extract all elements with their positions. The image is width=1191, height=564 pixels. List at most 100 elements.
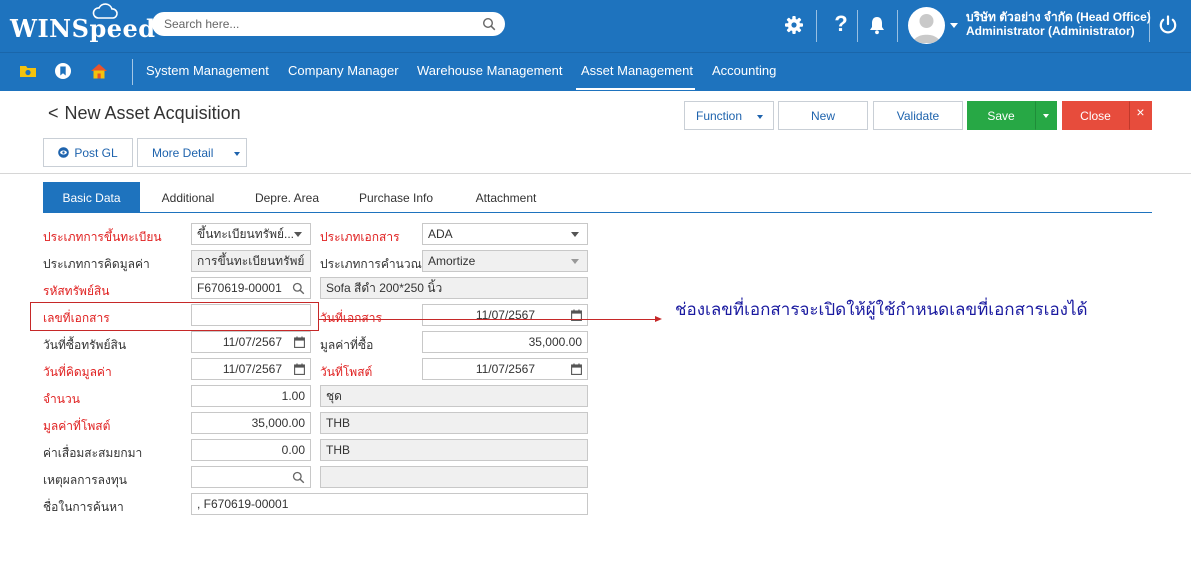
nav-asset-management[interactable]: Asset Management <box>581 63 693 78</box>
back-icon[interactable]: < <box>48 103 59 123</box>
validate-button[interactable]: Validate <box>873 101 963 130</box>
header-divider <box>0 173 1191 174</box>
folder-icon[interactable] <box>18 61 38 81</box>
cloud-icon <box>92 3 118 19</box>
chevron-down-icon <box>571 232 579 237</box>
calc-type-value: การขึ้นทะเบียนทรัพย์สิ <box>197 253 305 268</box>
search-icon[interactable] <box>292 471 305 484</box>
topbar-separator <box>816 10 817 42</box>
post-value-currency-field: THB <box>320 412 588 434</box>
home-icon[interactable] <box>89 61 109 81</box>
search-name-value: , F670619-00001 <box>197 497 289 511</box>
help-icon[interactable]: ? <box>830 11 852 36</box>
doc-type-select[interactable]: ADA <box>422 223 588 245</box>
asset-name-field: Sofa สีดำ 200*250 นิ้ว <box>320 277 588 299</box>
bookmark-icon[interactable] <box>53 61 73 81</box>
close-button[interactable]: Close <box>1062 101 1129 130</box>
post-date-field[interactable]: 11/07/2567 <box>422 358 588 380</box>
nav-accounting[interactable]: Accounting <box>712 63 776 78</box>
more-detail-button[interactable]: More Detail <box>137 138 247 167</box>
save-dropdown-button[interactable] <box>1035 101 1057 130</box>
quantity-field[interactable]: 1.00 <box>191 385 311 407</box>
compute-type-value: Amortize <box>428 254 476 268</box>
calendar-icon[interactable] <box>294 363 305 375</box>
post-value-value: 35,000.00 <box>251 416 305 430</box>
quantity-value: 1.00 <box>281 389 305 403</box>
user-menu-caret[interactable] <box>950 23 958 28</box>
post-gl-label: Post GL <box>74 145 118 160</box>
save-button-label: Save <box>987 108 1015 123</box>
quantity-label: จำนวน <box>43 392 80 406</box>
doc-date-field[interactable]: 11/07/2567 <box>422 304 588 326</box>
tab-depre-area[interactable]: Depre. Area <box>242 182 332 213</box>
save-button[interactable]: Save <box>967 101 1035 130</box>
global-search[interactable] <box>152 12 505 36</box>
nav-system-management[interactable]: System Management <box>146 63 269 78</box>
search-icon[interactable] <box>292 282 305 295</box>
tab-basic-data[interactable]: Basic Data <box>43 182 140 213</box>
post-gl-button[interactable]: Post GL <box>43 138 133 167</box>
tab-attachment[interactable]: Attachment <box>462 182 550 213</box>
unit-value: ชุด <box>326 388 342 403</box>
user-silhouette-icon <box>913 14 940 43</box>
close-x-button[interactable]: × <box>1129 101 1152 130</box>
purchase-date-value: 11/07/2567 <box>222 335 282 349</box>
purchase-date-field[interactable]: 11/07/2567 <box>191 331 311 353</box>
post-date-value: 11/07/2567 <box>475 362 535 376</box>
invest-reason-field[interactable] <box>191 466 311 488</box>
function-caret-icon <box>757 115 763 119</box>
purchase-date-label: วันที่ซื้อทรัพย์สิน <box>43 338 127 352</box>
accum-depr-label: ค่าเสื่อมสะสมยกมา <box>43 446 143 460</box>
chevron-down-icon <box>294 232 302 237</box>
tab-additional[interactable]: Additional <box>144 182 232 213</box>
unit-field: ชุด <box>320 385 588 407</box>
gear-icon[interactable] <box>783 14 805 36</box>
annotation-arrow-line <box>319 319 656 320</box>
calc-date-value: 11/07/2567 <box>222 362 282 376</box>
reg-type-value: ขึ้นทะเบียนทรัพย์... <box>197 226 295 241</box>
accum-depr-field[interactable]: 0.00 <box>191 439 311 461</box>
calc-date-field[interactable]: 11/07/2567 <box>191 358 311 380</box>
search-input[interactable] <box>164 15 474 33</box>
tab-purchase-info[interactable]: Purchase Info <box>346 182 446 213</box>
bell-icon[interactable] <box>866 14 888 36</box>
search-icon[interactable] <box>482 17 496 31</box>
post-value-label: มูลค่าที่โพสต์ <box>43 419 111 433</box>
annotation-highlight-box <box>30 302 319 331</box>
calendar-icon[interactable] <box>571 363 582 375</box>
nav-separator <box>132 59 133 85</box>
annotation-arrow-head <box>655 316 662 322</box>
validate-button-label: Validate <box>896 108 940 123</box>
invest-reason-desc-field <box>320 466 588 488</box>
annotation-text: ช่องเลขที่เอกสารจะเปิดให้ผู้ใช้กำหนดเลขท… <box>675 300 1088 320</box>
app-logo[interactable]: WINSpeed <box>10 14 156 43</box>
compute-type-label: ประเภทการคำนวณ <box>320 257 422 271</box>
search-name-label: ชื่อในการค้นหา <box>43 500 124 514</box>
asset-code-label: รหัสทรัพย์สิน <box>43 284 110 298</box>
accum-depr-currency-field: THB <box>320 439 588 461</box>
purchase-value-value: 35,000.00 <box>528 335 582 349</box>
function-button[interactable]: Function <box>684 101 774 130</box>
nav-company-manager[interactable]: Company Manager <box>288 63 399 78</box>
post-value-currency: THB <box>326 416 350 430</box>
reg-type-select[interactable]: ขึ้นทะเบียนทรัพย์... <box>191 223 311 245</box>
top-bar: WINSpeed ? บริษัท ตัวอย่าง จำกัด <box>0 0 1191 52</box>
page-title-text: New Asset Acquisition <box>64 103 241 123</box>
topbar-separator <box>897 10 898 42</box>
asset-code-field[interactable]: F670619-00001 <box>191 277 311 299</box>
power-icon[interactable] <box>1157 14 1179 36</box>
user-avatar[interactable] <box>908 7 945 44</box>
page-title: < New Asset Acquisition <box>48 103 241 124</box>
accum-depr-value: 0.00 <box>281 443 305 457</box>
nav-warehouse-management[interactable]: Warehouse Management <box>417 63 563 78</box>
calendar-icon[interactable] <box>294 336 305 348</box>
main-nav: System Management Company Manager Wareho… <box>0 52 1191 91</box>
purchase-value-field[interactable]: 35,000.00 <box>422 331 588 353</box>
accum-depr-currency: THB <box>326 443 350 457</box>
tab-underline <box>43 212 1152 213</box>
topbar-separator <box>1149 10 1150 42</box>
post-value-field[interactable]: 35,000.00 <box>191 412 311 434</box>
search-name-field[interactable]: , F670619-00001 <box>191 493 588 515</box>
new-button[interactable]: New <box>778 101 868 130</box>
more-detail-label: More Detail <box>152 145 214 160</box>
